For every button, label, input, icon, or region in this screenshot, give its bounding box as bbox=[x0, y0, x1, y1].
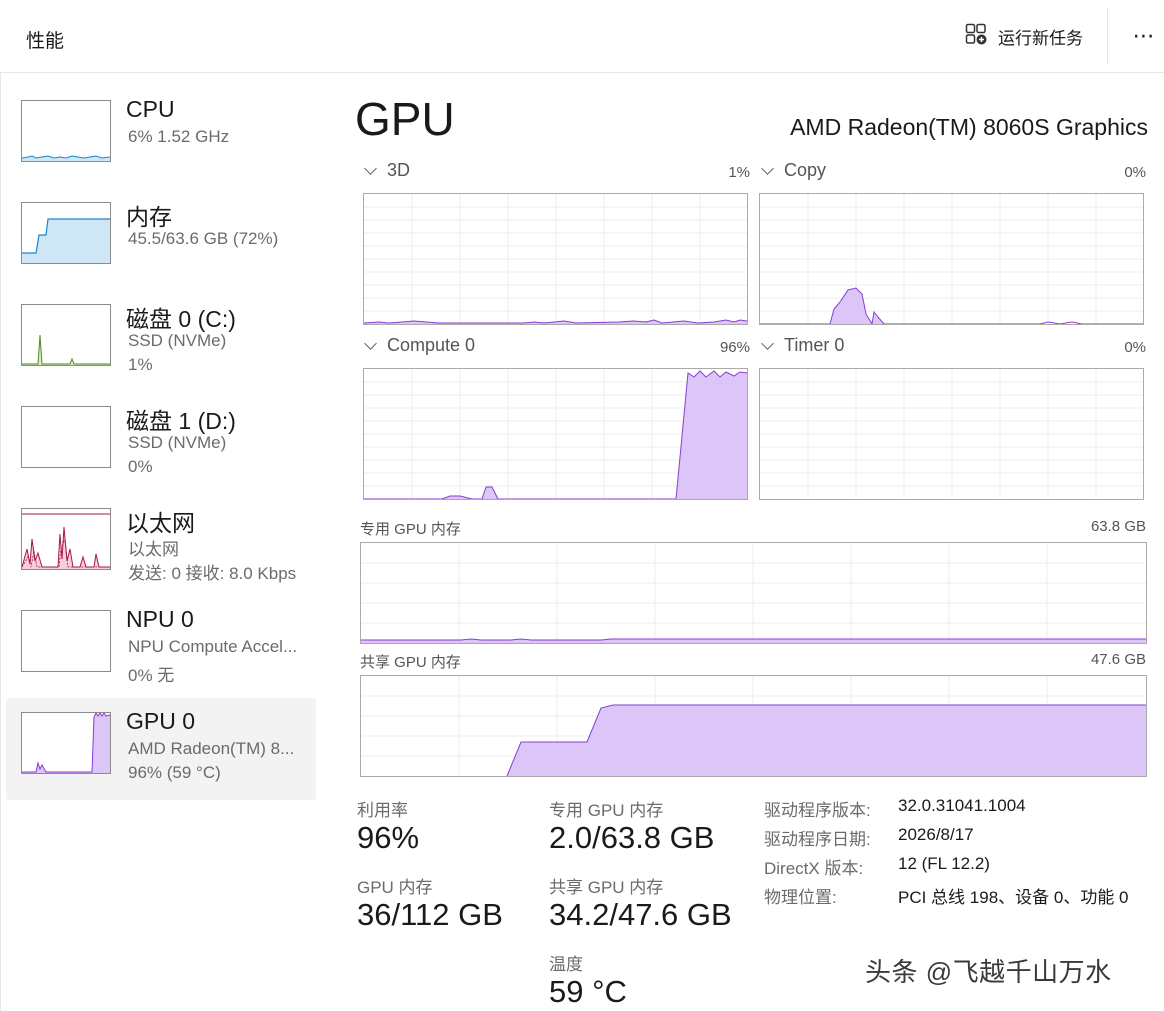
chevron-down-icon bbox=[761, 337, 774, 350]
sidebar-item-detail: 以太网 bbox=[128, 540, 179, 559]
sidebar-item-detail: SSD (NVMe) bbox=[128, 433, 227, 452]
engine-name: Timer 0 bbox=[784, 335, 845, 355]
sidebar-item-usage: 0% bbox=[128, 457, 153, 476]
engine-timer-selector[interactable]: Timer 0 bbox=[759, 335, 844, 356]
sidebar-item-name: 磁盘 1 (D:) bbox=[126, 408, 236, 434]
dedicated-memory-stat-label: 专用 GPU 内存 bbox=[549, 801, 664, 820]
header-divider bbox=[1107, 8, 1108, 64]
engine-name: Copy bbox=[784, 160, 827, 180]
utilization-value: 96% bbox=[357, 820, 420, 855]
sidebar-item-gpu-0[interactable]: GPU 0 AMD Radeon(TM) 8... 96% (59 °C) bbox=[6, 698, 316, 800]
sidebar-item-name: 磁盘 0 (C:) bbox=[126, 306, 236, 332]
gpu-thumbnail-graph bbox=[21, 712, 111, 774]
disk-0-thumbnail-graph bbox=[21, 304, 111, 366]
directx-version-label: DirectX 版本: bbox=[764, 859, 864, 878]
sidebar-item-usage: 96% (59 °C) bbox=[128, 763, 221, 782]
run-new-task-label: 运行新任务 bbox=[998, 28, 1083, 48]
dedicated-memory-stat-value: 2.0/63.8 GB bbox=[549, 820, 715, 855]
driver-date-label: 驱动程序日期: bbox=[764, 830, 871, 849]
run-task-icon bbox=[964, 22, 988, 51]
top-bar: 性能 运行新任务 ⋯ bbox=[0, 0, 1164, 73]
driver-version-label: 驱动程序版本: bbox=[764, 801, 871, 820]
dedicated-memory-label: 专用 GPU 内存 bbox=[360, 521, 461, 538]
sidebar-item-name: CPU bbox=[126, 96, 175, 122]
engine-compute-selector[interactable]: Compute 0 bbox=[362, 335, 475, 356]
sidebar-item-ethernet[interactable]: 以太网 以太网 发送: 0 接收: 8.0 Kbps bbox=[6, 494, 316, 596]
engine-timer-graph bbox=[759, 368, 1144, 500]
sidebar-item-disk-1[interactable]: 磁盘 1 (D:) SSD (NVMe) 0% bbox=[6, 392, 316, 494]
sidebar-item-cpu[interactable]: CPU 6% 1.52 GHz bbox=[6, 86, 316, 188]
driver-version-value: 32.0.31041.1004 bbox=[898, 796, 1026, 815]
cpu-thumbnail-graph bbox=[21, 100, 111, 162]
sidebar-item-usage: 0% 无 bbox=[128, 666, 175, 685]
utilization-label: 利用率 bbox=[357, 801, 408, 820]
shared-memory-graph bbox=[360, 675, 1147, 777]
engine-name: Compute 0 bbox=[387, 335, 476, 355]
engine-3d-selector[interactable]: 3D bbox=[362, 160, 410, 181]
sidebar-item-disk-0[interactable]: 磁盘 0 (C:) SSD (NVMe) 1% bbox=[6, 290, 316, 392]
sidebar-item-usage: 1% bbox=[128, 355, 153, 374]
dedicated-memory-max: 63.8 GB bbox=[1090, 518, 1146, 535]
engine-copy-percent: 0% bbox=[1124, 164, 1146, 181]
page-title: 性能 bbox=[26, 31, 65, 52]
ethernet-thumbnail-graph bbox=[21, 508, 111, 570]
engine-copy-selector[interactable]: Copy bbox=[759, 160, 826, 181]
engine-3d-percent: 1% bbox=[728, 164, 750, 181]
sidebar-item-detail: SSD (NVMe) bbox=[128, 331, 227, 350]
engine-3d-graph bbox=[363, 193, 748, 325]
sidebar-item-usage: 发送: 0 接收: 8.0 Kbps bbox=[128, 564, 297, 583]
shared-memory-label: 共享 GPU 内存 bbox=[360, 654, 461, 671]
sidebar-item-detail: 45.5/63.6 GB (72%) bbox=[128, 229, 279, 248]
gpu-heading: GPU bbox=[355, 93, 455, 145]
sidebar-item-memory[interactable]: 内存 45.5/63.6 GB (72%) bbox=[6, 188, 316, 290]
engine-name: 3D bbox=[387, 160, 411, 180]
engine-compute-graph bbox=[363, 368, 748, 500]
dedicated-memory-graph bbox=[360, 542, 1147, 644]
chevron-down-icon bbox=[364, 162, 377, 175]
sidebar-item-detail: AMD Radeon(TM) 8... bbox=[128, 739, 295, 758]
gpu-model-name: AMD Radeon(TM) 8060S Graphics bbox=[790, 114, 1148, 140]
sidebar-item-name: NPU 0 bbox=[126, 606, 194, 632]
shared-memory-stat-value: 34.2/47.6 GB bbox=[549, 897, 732, 932]
gpu-memory-label: GPU 内存 bbox=[357, 878, 433, 897]
temperature-label: 温度 bbox=[549, 955, 583, 974]
shared-memory-max: 47.6 GB bbox=[1090, 651, 1146, 668]
chevron-down-icon bbox=[761, 162, 774, 175]
sidebar-item-name: GPU 0 bbox=[126, 708, 196, 734]
sidebar-item-detail: NPU Compute Accel... bbox=[128, 637, 298, 656]
physical-location-label: 物理位置: bbox=[764, 888, 837, 907]
engine-copy-graph bbox=[759, 193, 1144, 325]
engine-timer-percent: 0% bbox=[1124, 339, 1146, 356]
gpu-memory-value: 36/112 GB bbox=[357, 897, 503, 932]
driver-date-value: 2026/8/17 bbox=[898, 825, 974, 844]
sidebar-item-detail: 6% 1.52 GHz bbox=[128, 127, 230, 146]
more-options-button[interactable]: ⋯ bbox=[1128, 20, 1160, 52]
sidebar-item-name: 内存 bbox=[126, 204, 172, 230]
sidebar-item-name: 以太网 bbox=[126, 510, 195, 536]
sidebar-item-npu-0[interactable]: NPU 0 NPU Compute Accel... 0% 无 bbox=[6, 596, 316, 698]
shared-memory-stat-label: 共享 GPU 内存 bbox=[549, 878, 664, 897]
run-new-task-button[interactable]: 运行新任务 bbox=[958, 18, 1089, 54]
npu-thumbnail-graph bbox=[21, 610, 111, 672]
watermark: 头条 @飞越千山万水 bbox=[865, 957, 1112, 987]
directx-version-value: 12 (FL 12.2) bbox=[898, 854, 990, 873]
physical-location-value: PCI 总线 198、设备 0、功能 0 bbox=[898, 888, 1129, 907]
engine-compute-percent: 96% bbox=[719, 339, 750, 356]
disk-1-thumbnail-graph bbox=[21, 406, 111, 468]
resource-sidebar: CPU 6% 1.52 GHz 内存 45.5/63.6 GB (72%) 磁盘… bbox=[6, 86, 316, 800]
memory-thumbnail-graph bbox=[21, 202, 111, 264]
window-edge bbox=[0, 72, 1, 1011]
temperature-value: 59 °C bbox=[549, 974, 627, 1009]
chevron-down-icon bbox=[364, 337, 377, 350]
